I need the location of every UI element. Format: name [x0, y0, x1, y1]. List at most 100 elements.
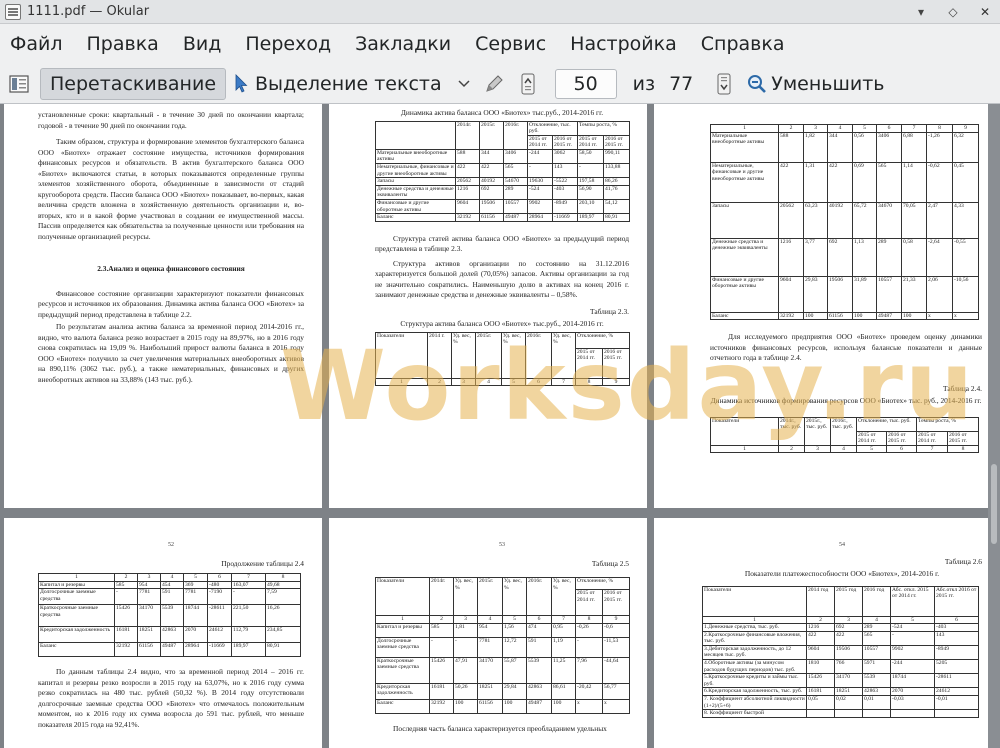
table-cell: 2015г.	[477, 577, 503, 616]
chevron-down-icon[interactable]	[451, 71, 477, 97]
table-cell: 1,81	[453, 622, 478, 638]
table-cell: 34170	[137, 604, 161, 628]
table-title: Структура актива баланса ООО «Биотех» ты…	[400, 319, 604, 329]
table-cell: 203,10	[577, 199, 604, 215]
table-cell: 32192	[778, 311, 804, 321]
table-cell: 954	[477, 622, 503, 638]
table-cell: 6	[525, 377, 552, 387]
table-cell: 16,26	[265, 604, 301, 628]
table-cell: 4	[862, 615, 891, 625]
table-cell: 7	[901, 124, 927, 133]
table-row: Краткосрочные заемные средства 15426 47,91…	[375, 656, 631, 684]
table-cell: 1	[710, 124, 779, 133]
table-cell: 1216	[455, 184, 480, 201]
table-cell: Отклонение, тыс. руб.	[527, 120, 578, 136]
table-cell: 32192	[114, 642, 138, 658]
table-cell: 344	[479, 148, 504, 165]
table-cell: 61156	[477, 698, 503, 714]
table-cell: 0,69	[852, 161, 877, 203]
next-page-icon[interactable]	[711, 71, 737, 97]
table-cell: 189,97	[231, 642, 266, 658]
okular-app-icon	[5, 3, 21, 20]
document-view[interactable]: установленные сроки: квартальный - в теч…	[0, 104, 1000, 748]
table-cell: Баланс	[38, 642, 115, 658]
table-cell: 2016 от 2015 гг.	[946, 430, 980, 446]
menu-bookmarks[interactable]: Закладки	[355, 33, 451, 55]
table-cell: 5	[852, 124, 877, 133]
paragraph: По данным таблицы 2.4 видно, что за врем…	[38, 667, 304, 729]
sidebar-toggle-icon[interactable]	[6, 71, 32, 97]
table-cell: 100	[502, 698, 527, 714]
table-cell: 2	[427, 377, 452, 387]
table-cell: 369	[183, 580, 208, 590]
previous-page-icon[interactable]	[515, 71, 541, 97]
table-cell: 565	[876, 161, 902, 203]
menu-settings[interactable]: Настройка	[570, 33, 677, 55]
menu-view[interactable]: Вид	[183, 33, 222, 55]
table-row: 123456789	[375, 615, 631, 624]
table-cell: 1810	[806, 659, 835, 675]
table-cell: 2014г., тыс. руб.	[778, 416, 805, 446]
table-cell: Нематериальные, финансовые и другие внео…	[375, 163, 456, 179]
table-cell: 19506	[479, 199, 504, 215]
table-row: Долгосрочные заемные средства - -7781 12,72…	[375, 636, 631, 658]
table-cell: 1216	[806, 623, 835, 632]
table-cell: 9604	[455, 199, 480, 215]
table-row: Кредиторская задолженность 16181 18251 4286…	[38, 626, 301, 644]
paragraph: По результатам анализа актива баланса за…	[38, 322, 304, 384]
table-cell: 2015 от 2014 гг.	[575, 589, 603, 616]
zoom-out-button[interactable]: Уменьшить	[745, 68, 893, 100]
menu-go[interactable]: Переход	[245, 33, 331, 55]
table-cell: 2016г.	[526, 577, 552, 616]
table-cell: 3	[451, 377, 476, 387]
table-row: Баланс 32192 100 61156 100 49487 100 х х	[375, 698, 631, 714]
solvency-table: Показатели 2014 год 2015 год 2016 год Аб…	[702, 585, 979, 718]
table-cell: Уд. вес, %	[502, 577, 527, 616]
table-cell: 0,01	[862, 695, 891, 711]
table-cell: Баланс	[375, 698, 430, 714]
table-row: 123456789	[710, 124, 979, 133]
browse-tool-button[interactable]: Перетаскивание	[40, 67, 227, 100]
table-cell: 2014г.	[429, 577, 454, 616]
table-cell: 70,05	[901, 201, 927, 239]
menu-tools[interactable]: Сервис	[475, 33, 546, 55]
menu-file[interactable]: Файл	[10, 33, 63, 55]
table-cell: 422	[455, 163, 480, 179]
table-row: 123456789	[375, 377, 631, 387]
table-label: Таблица 2.3.	[590, 306, 629, 316]
page-53: 53 Таблица 2.5 Показатели 2014г. Уд. вес…	[329, 518, 647, 748]
close-icon[interactable]: ✕	[976, 3, 994, 21]
table-cell: 32192	[429, 698, 454, 714]
table-cell: 15426	[429, 656, 454, 684]
table-cell: 112,79	[231, 626, 266, 644]
table-row: Капитал и резервы 585 954 454 369 -480 163,07 4…	[38, 580, 301, 590]
table-cell: 3,77	[803, 237, 828, 277]
menu-edit[interactable]: Правка	[87, 33, 159, 55]
scrollbar-thumb[interactable]	[991, 464, 997, 544]
paragraph: Для исследуемого предприятия ООО «Биотех…	[710, 332, 982, 363]
table-cell: 24612	[207, 626, 232, 644]
table-cell: 1,31	[803, 161, 828, 203]
table-cell: 6	[876, 124, 902, 133]
table-cell: 7781	[137, 588, 161, 606]
table-cell: 16181	[114, 626, 138, 644]
table-cell: 1.Денежные средства, тыс. руб.	[702, 623, 807, 632]
table-cell: 7	[551, 615, 576, 624]
page-number: 52	[168, 542, 174, 548]
vertical-scrollbar[interactable]	[988, 104, 1000, 748]
table-cell: 8	[265, 573, 301, 582]
table-cell: 5539	[862, 673, 891, 689]
table-cell: 80,91	[602, 213, 631, 222]
table-cell: 1	[38, 573, 115, 582]
maximize-icon[interactable]: ◇	[944, 3, 962, 21]
window-controls: ▾ ◇ ✕	[912, 3, 994, 21]
table-cell: 34170	[834, 673, 863, 689]
table-cell	[934, 709, 979, 718]
table-label: Продолжение таблицы 2.4	[221, 558, 304, 568]
minimize-icon[interactable]: ▾	[912, 3, 930, 21]
table-cell: 221,50	[231, 604, 266, 628]
text-selection-tool-button[interactable]: Выделение текста	[226, 68, 451, 100]
page-number-input[interactable]: 50	[554, 68, 617, 99]
menu-help[interactable]: Справка	[701, 33, 785, 55]
pen-annotation-icon[interactable]	[481, 71, 507, 97]
